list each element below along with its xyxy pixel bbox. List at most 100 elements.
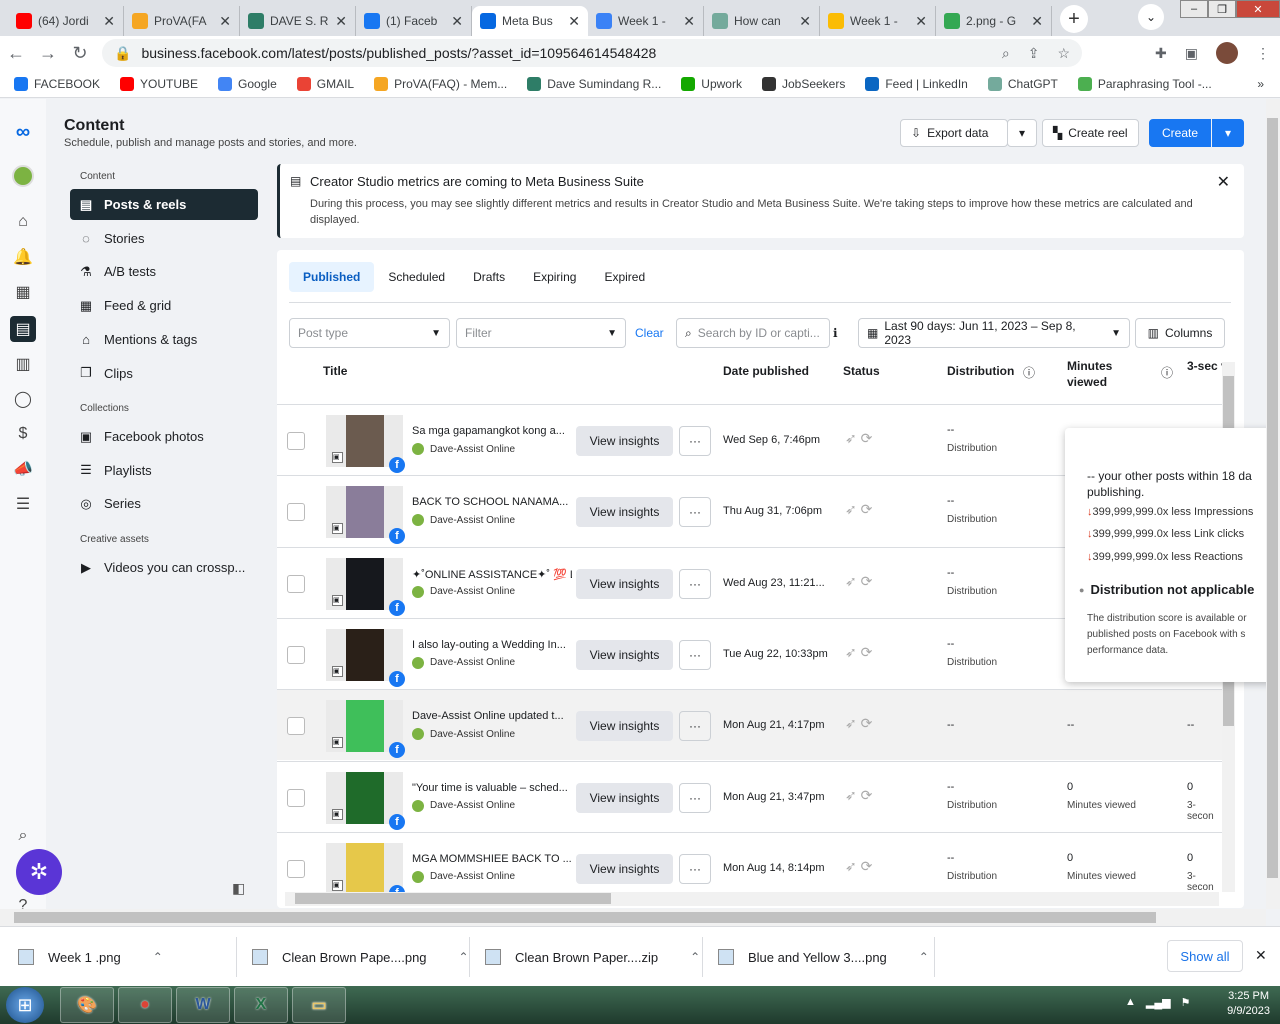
create-button[interactable]: Create [1149,119,1211,147]
info-icon[interactable]: ℹ [833,326,838,340]
zoom-icon[interactable]: ⌕ [1002,45,1010,62]
profile-avatar[interactable] [1216,42,1238,64]
notifications-icon[interactable]: 🔔 [12,246,34,268]
bookmark-item[interactable]: Dave Sumindang R... [527,76,661,91]
col-header-status[interactable]: Status [843,364,880,378]
close-icon[interactable]: ✕ [1255,947,1267,964]
planner-icon[interactable]: ▦ [12,281,34,303]
boost-icon[interactable]: ➶ [845,715,861,731]
browser-tab[interactable]: Week 1 - ✕ [820,6,936,36]
tab-expiring[interactable]: Expiring [519,262,590,292]
crosspost-icon[interactable]: ⟳ [861,787,873,803]
chrome-app[interactable]: ● [118,987,172,1023]
share-icon[interactable]: ⇪ [1028,45,1040,62]
post-title[interactable]: BACK TO SCHOOL NANAMA... [412,496,572,508]
url-field[interactable]: 🔒 business.facebook.com/latest/posts/pub… [102,39,1082,67]
bookmark-item[interactable]: YOUTUBE [120,76,198,91]
col-header-views[interactable]: 3-sec views [1187,358,1223,374]
post-thumbnail[interactable]: ▣f [326,700,405,759]
create-reel-button[interactable]: ▚ Create reel [1042,119,1139,147]
sidebar-item[interactable]: ▣ Facebook photos [70,421,258,452]
forward-icon[interactable]: → [32,43,64,64]
browser-menu-icon[interactable]: ⋮ [1256,45,1270,62]
view-insights-button[interactable]: View insights [576,568,673,599]
table-horizontal-scroll-thumb[interactable] [295,893,611,904]
close-icon[interactable]: ✕ [683,13,695,30]
boost-icon[interactable]: ➶ [845,573,861,589]
insights-icon[interactable]: ▥ [12,353,34,375]
excel-app[interactable]: X [234,987,288,1023]
paint-app[interactable]: 🎨 [60,987,114,1023]
row-checkbox[interactable] [287,574,305,593]
browser-tab[interactable]: Meta Bus ✕ [472,6,588,36]
page-avatar[interactable] [12,165,34,187]
restore-icon[interactable]: ❐ [1208,0,1236,18]
tray-arrow-icon[interactable]: ▲ [1125,996,1136,1009]
download-item[interactable]: Clean Brown Pape....png ⌃ [252,927,469,987]
columns-button[interactable]: ▥ Columns [1135,318,1225,348]
post-thumbnail[interactable]: ▣f [326,557,405,616]
boost-icon[interactable]: ➶ [845,858,861,874]
row-checkbox[interactable] [287,717,305,736]
view-insights-button[interactable]: View insights [576,853,673,884]
bookmarks-overflow-icon[interactable]: » [1257,77,1264,91]
view-insights-button[interactable]: View insights [576,497,673,528]
bookmark-item[interactable]: FACEBOOK [14,76,100,91]
post-title[interactable]: MGA MOMMSHIEE BACK TO ... [412,853,572,865]
sidebar-item[interactable]: ▦ Feed & grid [70,290,258,321]
row-checkbox[interactable] [287,645,305,664]
sidebar-item[interactable]: ⌂ Mentions & tags [70,324,258,355]
ads-icon[interactable]: 📣 [12,458,34,480]
reload-icon[interactable]: ↻ [64,43,96,64]
crosspost-icon[interactable]: ⟳ [861,858,873,874]
browser-tab[interactable]: How can ✕ [704,6,820,36]
bookmark-item[interactable]: Paraphrasing Tool -... [1077,76,1212,91]
close-icon[interactable]: ✕ [1217,172,1230,192]
browser-tab[interactable]: (64) Jordi ✕ [8,6,124,36]
boost-icon[interactable]: ➶ [845,430,861,446]
tab-expired[interactable]: Expired [590,262,659,292]
boost-icon[interactable]: ➶ [845,501,861,517]
row-checkbox[interactable] [287,859,305,878]
post-thumbnail[interactable]: ▣f [326,486,405,545]
more-options-button[interactable]: ··· [679,711,711,742]
browser-tab[interactable]: ProVA(FA ✕ [124,6,240,36]
bookmark-item[interactable]: ProVA(FAQ) - Mem... [374,76,507,91]
close-icon[interactable]: ✕ [1031,13,1043,30]
explorer-app[interactable]: ▭ [292,987,346,1023]
more-options-button[interactable]: ··· [679,426,711,456]
close-icon[interactable]: ✕ [103,13,115,30]
clear-filters-link[interactable]: Clear [635,326,664,340]
minimize-icon[interactable]: – [1180,0,1208,18]
chevron-up-icon[interactable]: ⌃ [919,950,929,964]
new-tab-icon[interactable]: + [1060,5,1088,33]
crosspost-icon[interactable]: ⟳ [861,573,873,589]
crosspost-icon[interactable]: ⟳ [861,715,873,731]
post-title[interactable]: "Your time is valuable – sched... [412,782,572,794]
export-data-button[interactable]: ⇩ Export data [900,119,1008,147]
show-all-button[interactable]: Show all [1167,940,1243,972]
browser-tab[interactable]: (1) Faceb ✕ [356,6,472,36]
extensions-icon[interactable]: ✚ [1155,45,1167,62]
close-icon[interactable]: ✕ [915,13,927,30]
bookmark-item[interactable]: JobSeekers [761,76,845,91]
crosspost-icon[interactable]: ⟳ [861,644,873,660]
more-options-button[interactable]: ··· [679,639,711,670]
post-title[interactable]: I also lay-outing a Wedding In... [412,639,572,651]
sidebar-item[interactable]: ◌ Stories [70,223,258,254]
back-icon[interactable]: ← [0,43,32,64]
close-icon[interactable]: ✕ [451,13,463,30]
tab-published[interactable]: Published [289,262,375,292]
col-header-distribution[interactable]: Distribution [947,364,1014,378]
filter-select[interactable]: Filter ▼ [456,318,626,348]
all-tools-icon[interactable]: ☰ [12,493,34,515]
close-icon[interactable]: ✕ [568,13,580,30]
more-options-button[interactable]: ··· [679,497,711,528]
page-horizontal-scroll-thumb[interactable] [14,912,1156,923]
minutes-info-icon[interactable]: ⓘ [1161,364,1173,381]
row-checkbox[interactable] [287,432,305,450]
meta-logo-icon[interactable]: ∞ [12,121,34,143]
close-icon[interactable]: ✕ [335,13,347,30]
col-header-minutes[interactable]: Minutes viewed [1067,358,1137,390]
browser-tab[interactable]: DAVE S. R ✕ [240,6,356,36]
